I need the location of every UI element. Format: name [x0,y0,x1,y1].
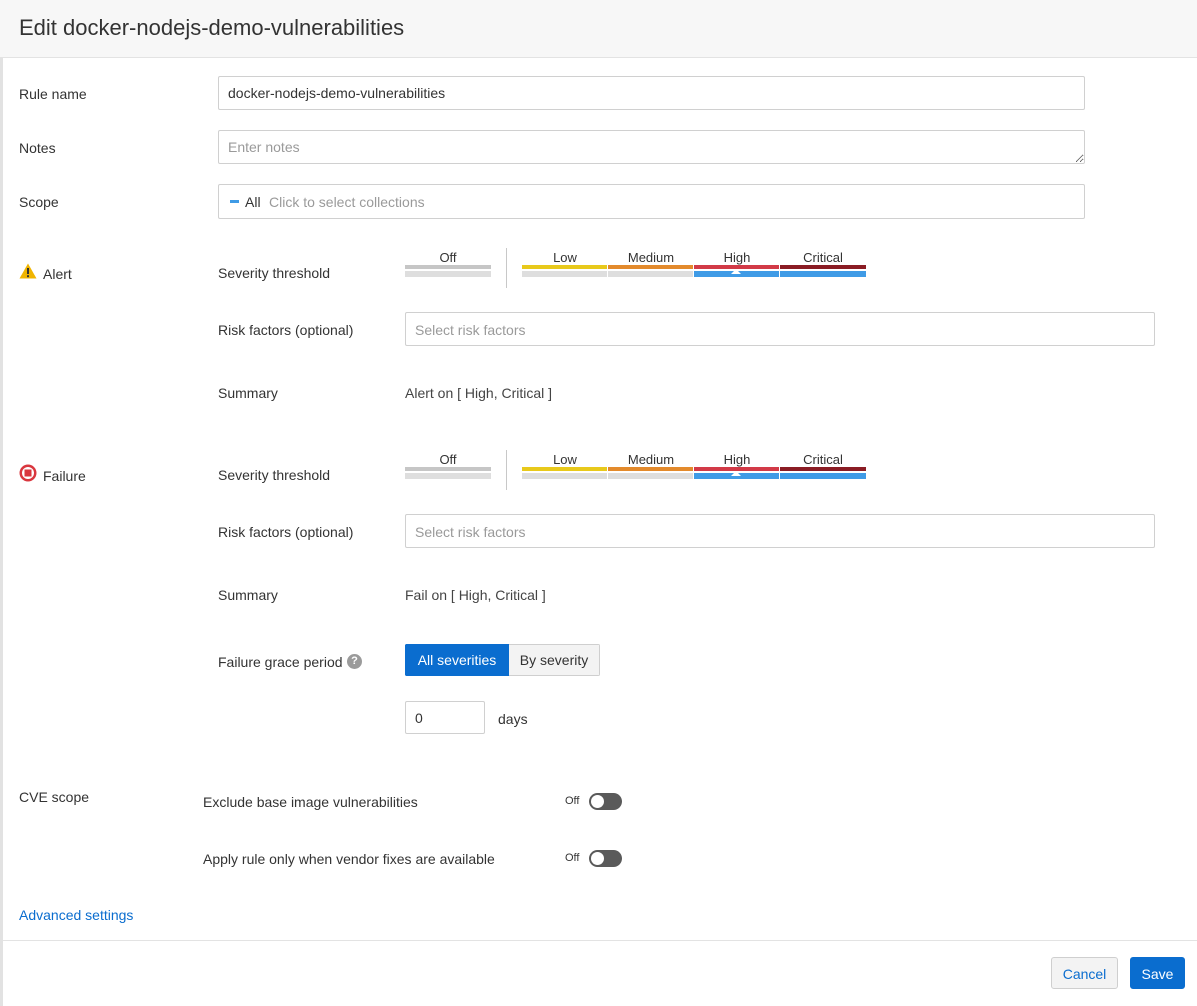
failure-threshold-low[interactable]: Low [522,452,608,479]
failure-threshold-off[interactable]: Off [405,452,491,479]
failure-grace-period-label: Failure grace period [218,654,343,670]
save-button[interactable]: Save [1130,957,1185,989]
rule-name-label: Rule name [19,86,87,102]
scope-chip-all[interactable]: All [245,194,261,210]
alert-summary-label: Summary [218,385,278,401]
alert-severity-slider[interactable]: Off Low Medium High Critical [405,248,875,288]
alert-threshold-off[interactable]: Off [405,250,491,277]
warning-icon [19,263,37,279]
grace-days-input[interactable] [405,701,485,734]
failure-slider-divider [506,450,507,490]
exclude-base-image-label: Exclude base image vulnerabilities [203,794,418,810]
grace-period-toggle-group: All severities By severity [405,644,600,676]
failure-severity-label: Severity threshold [218,467,331,483]
by-severity-button[interactable]: By severity [509,644,600,676]
days-label: days [498,711,528,727]
footer-divider [3,940,1197,941]
vendor-fixes-toggle-state: Off [565,852,580,864]
failure-summary-value: Fail on [ High, Critical ] [405,587,546,603]
failure-stop-icon [19,464,37,482]
notes-label: Notes [19,140,56,156]
failure-threshold-high[interactable]: High [694,452,780,479]
alert-threshold-medium[interactable]: Medium [608,250,694,277]
scope-placeholder: Click to select collections [269,194,425,210]
exclude-base-toggle[interactable] [589,793,622,810]
failure-severity-slider[interactable]: Off Low Medium High Critical [405,450,875,490]
alert-threshold-low[interactable]: Low [522,250,608,277]
scope-select[interactable]: All Click to select collections [218,184,1085,219]
failure-threshold-critical[interactable]: Critical [780,452,866,479]
failure-risk-factors-label: Risk factors (optional) [218,524,354,540]
failure-summary-label: Summary [218,587,278,603]
alert-threshold-pointer [731,269,741,274]
scope-label: Scope [19,194,59,210]
toggle-knob [591,795,604,808]
collection-color-icon [230,200,239,203]
help-icon[interactable]: ? [347,654,362,669]
vendor-fixes-label: Apply rule only when vendor fixes are av… [203,851,495,867]
alert-summary-value: Alert on [ High, Critical ] [405,385,553,401]
notes-textarea[interactable] [218,130,1085,164]
all-severities-button[interactable]: All severities [405,644,509,676]
advanced-settings-link[interactable]: Advanced settings [19,907,133,923]
alert-severity-label: Severity threshold [218,265,331,281]
cancel-button[interactable]: Cancel [1051,957,1118,989]
alert-section-label: Alert [43,266,72,282]
failure-section-label: Failure [43,468,86,484]
alert-risk-factors-label: Risk factors (optional) [218,322,354,338]
alert-risk-factors-placeholder: Select risk factors [415,322,526,338]
failure-risk-factors-select[interactable]: Select risk factors [405,514,1155,548]
toggle-knob [591,852,604,865]
alert-risk-factors-select[interactable]: Select risk factors [405,312,1155,346]
cve-scope-label: CVE scope [19,789,90,805]
exclude-base-toggle-state: Off [565,795,580,807]
failure-risk-factors-placeholder: Select risk factors [415,524,526,540]
rule-name-input[interactable] [218,76,1085,110]
alert-slider-divider [506,248,507,288]
vendor-fixes-toggle[interactable] [589,850,622,867]
failure-threshold-pointer [731,471,741,476]
alert-threshold-critical[interactable]: Critical [780,250,866,277]
modal-title: Edit docker-nodejs-demo-vulnerabilities [19,15,405,40]
left-edge-divider [0,58,3,1006]
failure-threshold-medium[interactable]: Medium [608,452,694,479]
alert-threshold-high[interactable]: High [694,250,780,277]
